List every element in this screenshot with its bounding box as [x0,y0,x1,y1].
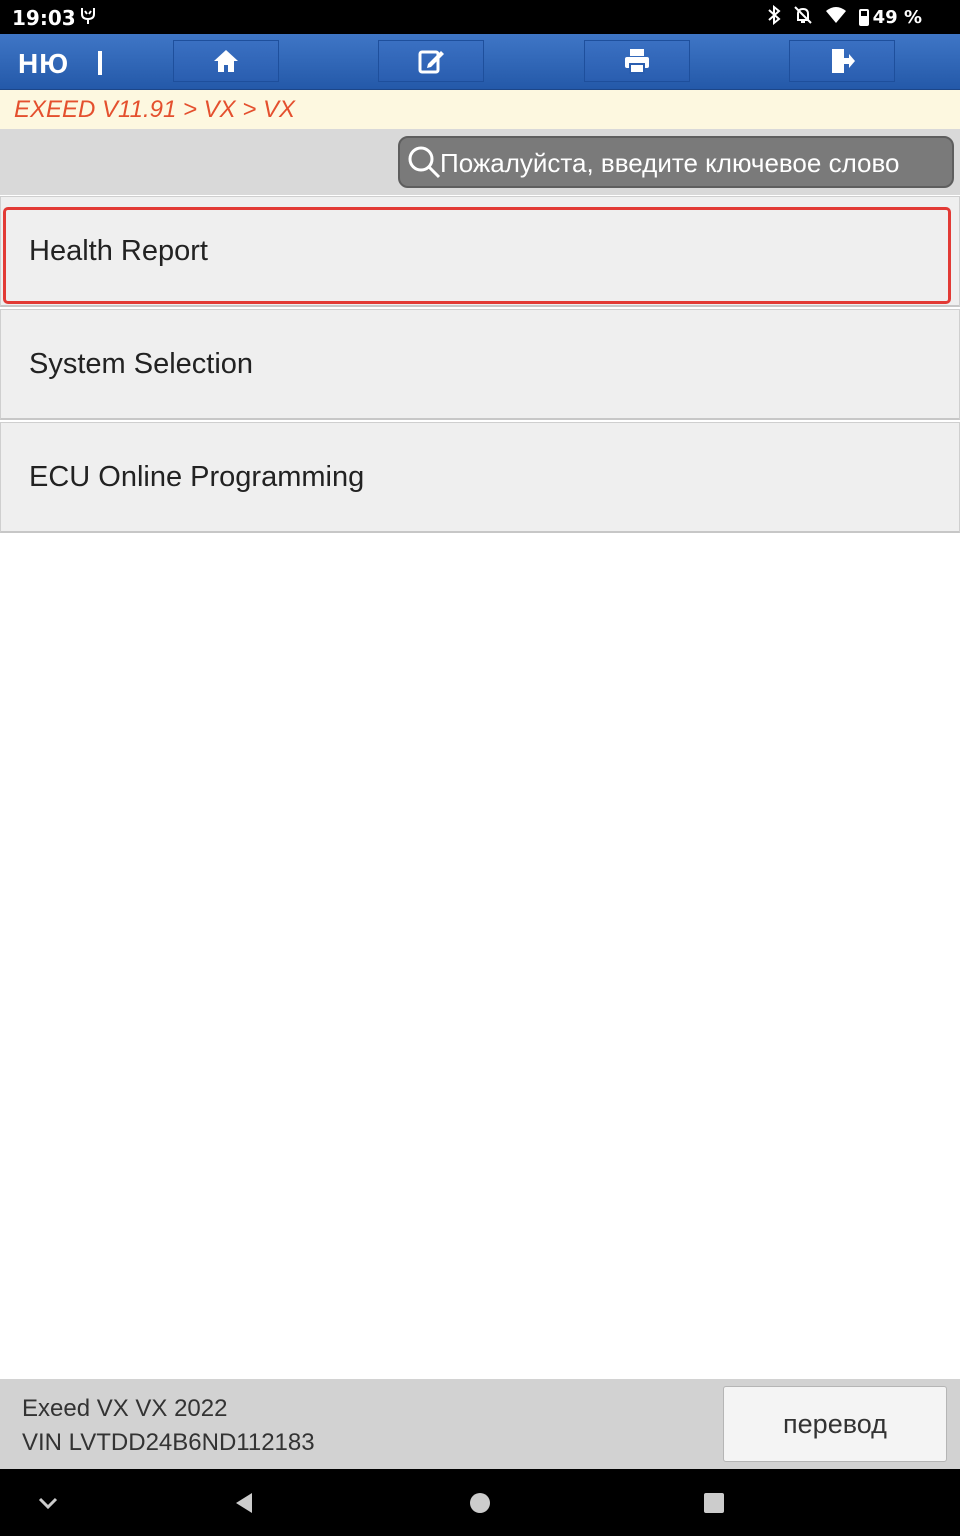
search-icon [408,146,441,179]
home-icon [214,50,238,72]
recents-icon[interactable] [696,1485,732,1521]
usb-debug-icon [78,5,98,30]
print-button[interactable] [584,40,690,82]
search-row [0,129,960,195]
translate-button[interactable]: перевод [723,1386,947,1462]
status-icons: 49 % [767,4,922,30]
print-icon [625,49,649,74]
menu-item-label: System Selection [29,348,254,380]
system-nav-bar [0,1469,960,1536]
status-bar: 19:03 49 % [0,0,960,34]
home-circle-icon[interactable] [462,1485,498,1521]
battery-icon [858,9,869,26]
exit-icon [832,49,855,73]
home-button[interactable] [173,40,279,82]
battery-level: 49 % [872,7,922,28]
toolbar-divider [98,51,102,75]
breadcrumb-path: EXEED V11.91 > VX > VX [14,96,296,123]
app-toolbar: НЮ [0,34,960,90]
back-icon[interactable] [226,1485,262,1521]
exit-button[interactable] [789,40,895,82]
bluetooth-icon [767,4,781,30]
menu-item-label: Health Report [29,235,208,267]
muted-bell-icon [793,5,813,30]
menu-item-health-report[interactable]: Health Report [0,196,960,307]
vehicle-vin: VIN LVTDD24B6ND112183 [22,1429,315,1456]
menu-item-system-selection[interactable]: System Selection [0,309,960,420]
menu-item-label: ECU Online Programming [29,461,365,493]
status-time: 19:03 [12,6,76,30]
collapse-icon[interactable] [30,1485,66,1521]
edit-icon [418,50,444,74]
edit-button[interactable] [378,40,484,82]
vehicle-model: Exeed VX VX 2022 [22,1395,228,1422]
wifi-icon [825,6,847,29]
search-box[interactable] [398,136,954,188]
breadcrumb: EXEED V11.91 > VX > VX [0,90,960,129]
vehicle-info-footer: Exeed VX VX 2022 VIN LVTDD24B6ND112183 п… [0,1379,960,1469]
menu-button-label[interactable]: НЮ [18,48,69,80]
menu-item-ecu-online-programming[interactable]: ECU Online Programming [0,422,960,533]
search-input[interactable] [440,144,950,182]
